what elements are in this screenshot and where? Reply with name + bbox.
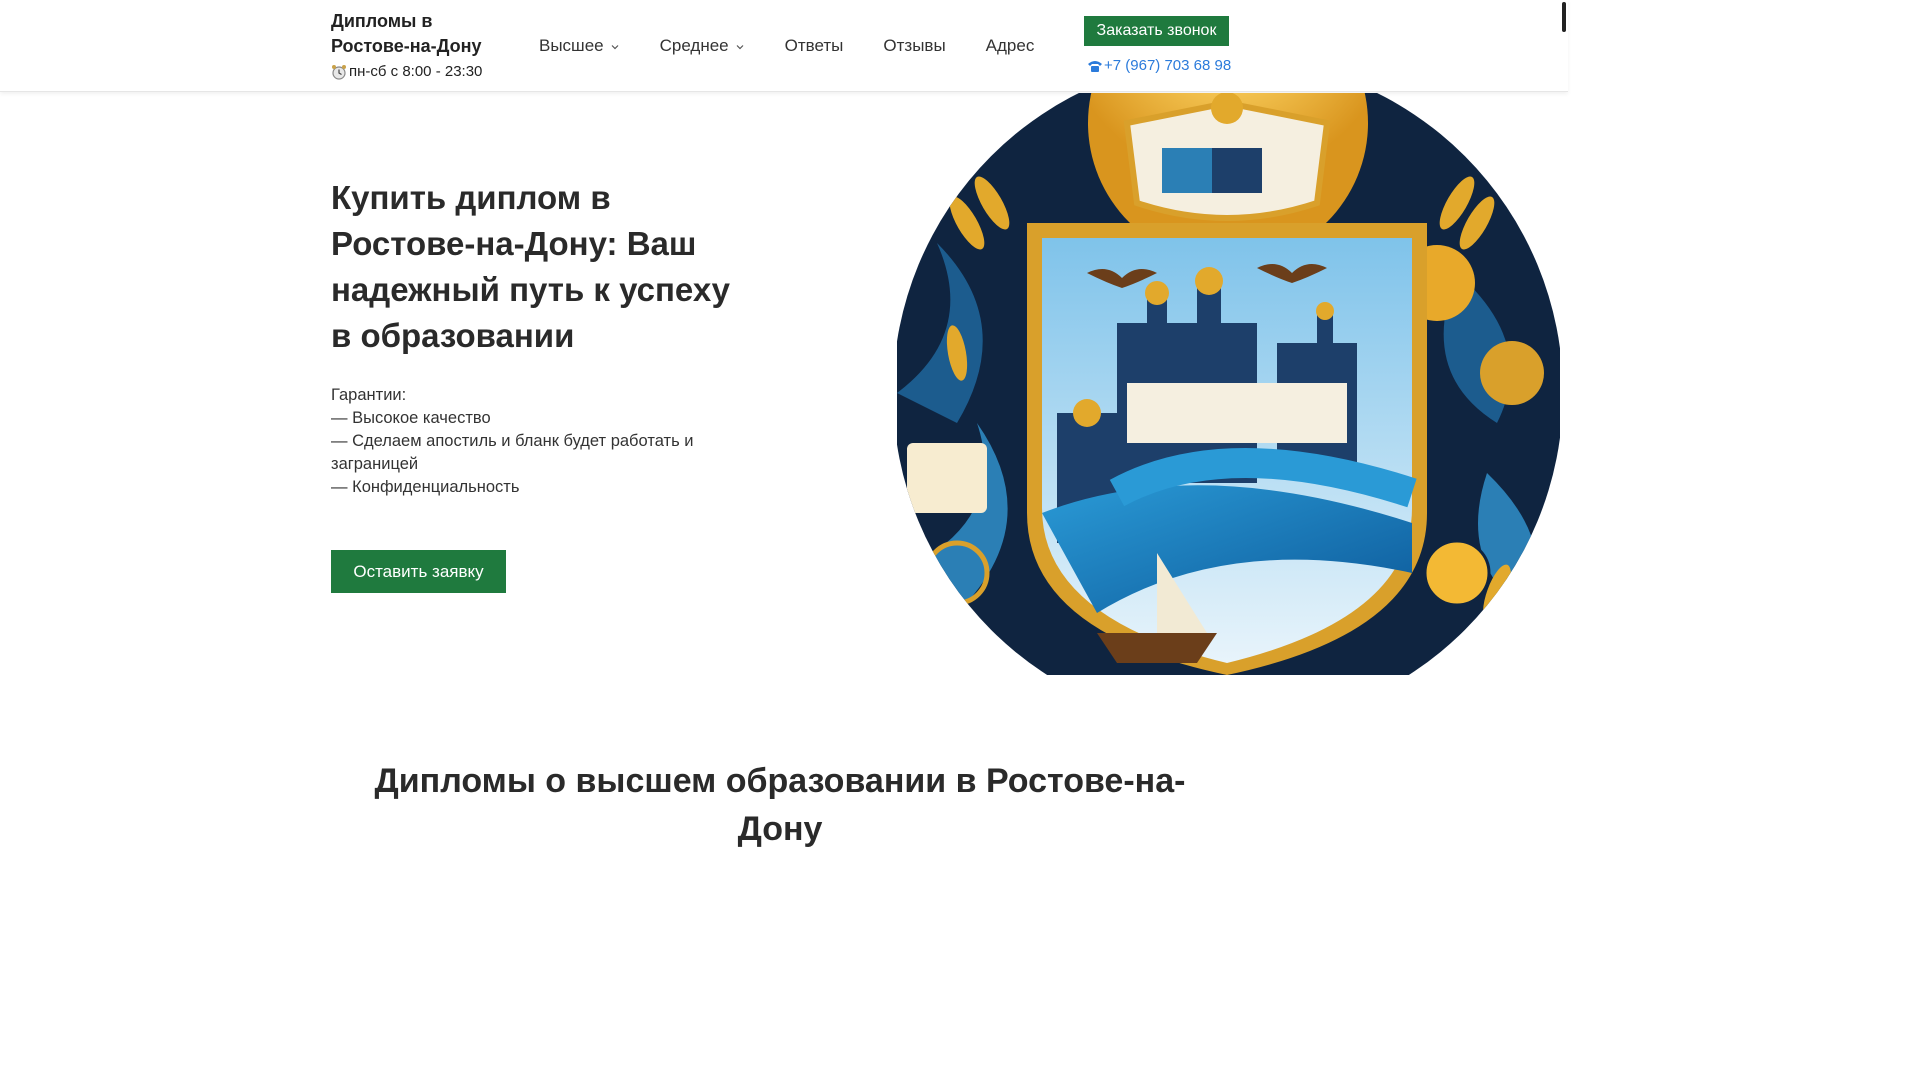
nav-item-higher[interactable]: Высшее xyxy=(539,36,620,56)
guarantees-heading: Гарантии: xyxy=(331,386,407,404)
chevron-down-icon xyxy=(736,45,744,50)
hero-title: Купить диплом в Ростове-на-Дону: Ваш над… xyxy=(331,179,730,354)
hero-illustration xyxy=(897,93,1560,675)
nav-item-secondary[interactable]: Среднее xyxy=(660,36,745,56)
working-hours: пн-сб с 8:00 - 23:30 xyxy=(331,63,482,80)
scrollbar-thumb[interactable] xyxy=(1562,2,1566,32)
nav-item-answers[interactable]: Ответы xyxy=(785,36,844,56)
list-item: — Сделаем апостиль и бланк будет работат… xyxy=(331,432,694,473)
rostov-emblem-illustration xyxy=(897,93,1560,675)
phone-number: +7 (967) 703 68 98 xyxy=(1104,57,1232,74)
alarm-clock-icon xyxy=(332,64,346,80)
list-item: — Конфиденциальность xyxy=(331,478,520,496)
phone-link[interactable]: +7 (967) 703 68 98 xyxy=(1087,57,1231,74)
list-item: — Высокое качество xyxy=(331,409,491,427)
nav-item-address[interactable]: Адрес xyxy=(986,36,1035,56)
leave-request-button[interactable]: Оставить заявку xyxy=(331,550,506,593)
telephone-icon xyxy=(1088,60,1102,72)
nav-item-reviews[interactable]: Отзывы xyxy=(883,36,945,56)
site-header: Дипломы в Ростове-на-Дону пн-сб с 8:00 -… xyxy=(0,0,1568,92)
section-title: Дипломы о высшем образовании в Ростове-н… xyxy=(374,762,1186,848)
guarantees-list: Гарантии: — Высокое качество — Сделаем а… xyxy=(331,384,731,499)
chevron-down-icon xyxy=(611,45,619,50)
nav-item-label: Адрес xyxy=(985,36,1035,55)
nav-item-label: Ответы xyxy=(784,36,844,55)
brand-title[interactable]: Дипломы в Ростове-на-Дону xyxy=(331,9,501,59)
nav-item-label: Отзывы xyxy=(883,36,946,55)
nav-item-label: Высшее xyxy=(539,36,604,55)
nav-item-label: Среднее xyxy=(659,36,729,55)
main-nav: Высшее Среднее Ответы Отзывы Адрес xyxy=(539,36,1074,56)
working-hours-text: пн-сб с 8:00 - 23:30 xyxy=(349,63,483,80)
order-call-button[interactable]: Заказать звонок xyxy=(1084,16,1229,46)
